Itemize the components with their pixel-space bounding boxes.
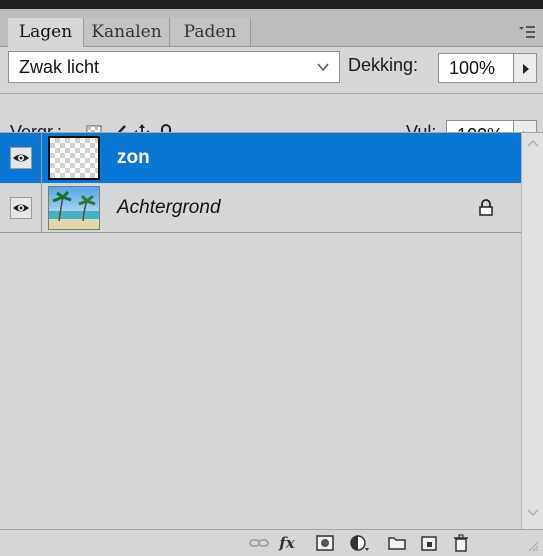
layer-lock-icon [479,199,493,216]
blend-mode-select[interactable]: Zwak licht [8,51,340,83]
layer-name[interactable]: Achtergrond [117,183,221,233]
delete-layer-icon[interactable] [450,533,472,553]
tab-kanalen[interactable]: Kanalen [84,18,170,46]
layer-thumbnail[interactable] [48,136,100,180]
layers-scrollbar[interactable] [521,133,543,529]
visibility-toggle[interactable] [10,147,32,169]
scroll-down-icon[interactable] [527,509,539,517]
link-layers-icon[interactable] [248,533,270,553]
opacity-input[interactable]: 100% [438,53,514,83]
layer-style-fx-icon[interactable]: fx [276,533,298,553]
eye-icon [13,154,29,162]
layers-bottom-toolbar: fx [0,529,543,556]
panel-tab-row: Lagen Kanalen Paden [0,9,543,47]
opacity-slider-button[interactable] [513,53,537,83]
chevron-down-icon [317,63,329,72]
layers-list: zon Achtergrond [0,133,521,529]
new-layer-icon[interactable] [418,533,440,553]
blend-mode-value: Zwak licht [19,57,100,77]
resize-grip-icon[interactable] [527,540,539,552]
layer-name[interactable]: zon [117,133,150,183]
eye-icon [13,204,29,212]
opacity-label: Dekking: [348,55,419,75]
triangle-right-icon [523,64,529,74]
layer-thumbnail[interactable] [48,186,100,230]
visibility-column [0,133,42,183]
layers-panel: Lagen Kanalen Paden Zwak licht Dekking: … [0,0,543,556]
divider [0,93,543,94]
panel-top-bar [0,0,543,9]
tab-lagen[interactable]: Lagen [8,18,84,47]
panel-menu-icon[interactable] [519,25,535,39]
adjustment-layer-icon[interactable] [348,533,370,553]
tab-paden[interactable]: Paden [170,18,251,46]
visibility-column [0,183,42,233]
beach-photo-image [49,190,99,229]
new-group-icon[interactable] [386,533,408,553]
visibility-toggle[interactable] [10,197,32,219]
layer-mask-icon[interactable] [314,533,336,553]
layer-row-zon[interactable]: zon [0,133,521,183]
scroll-up-icon[interactable] [527,139,539,147]
layer-row-achtergrond[interactable]: Achtergrond [0,183,521,233]
